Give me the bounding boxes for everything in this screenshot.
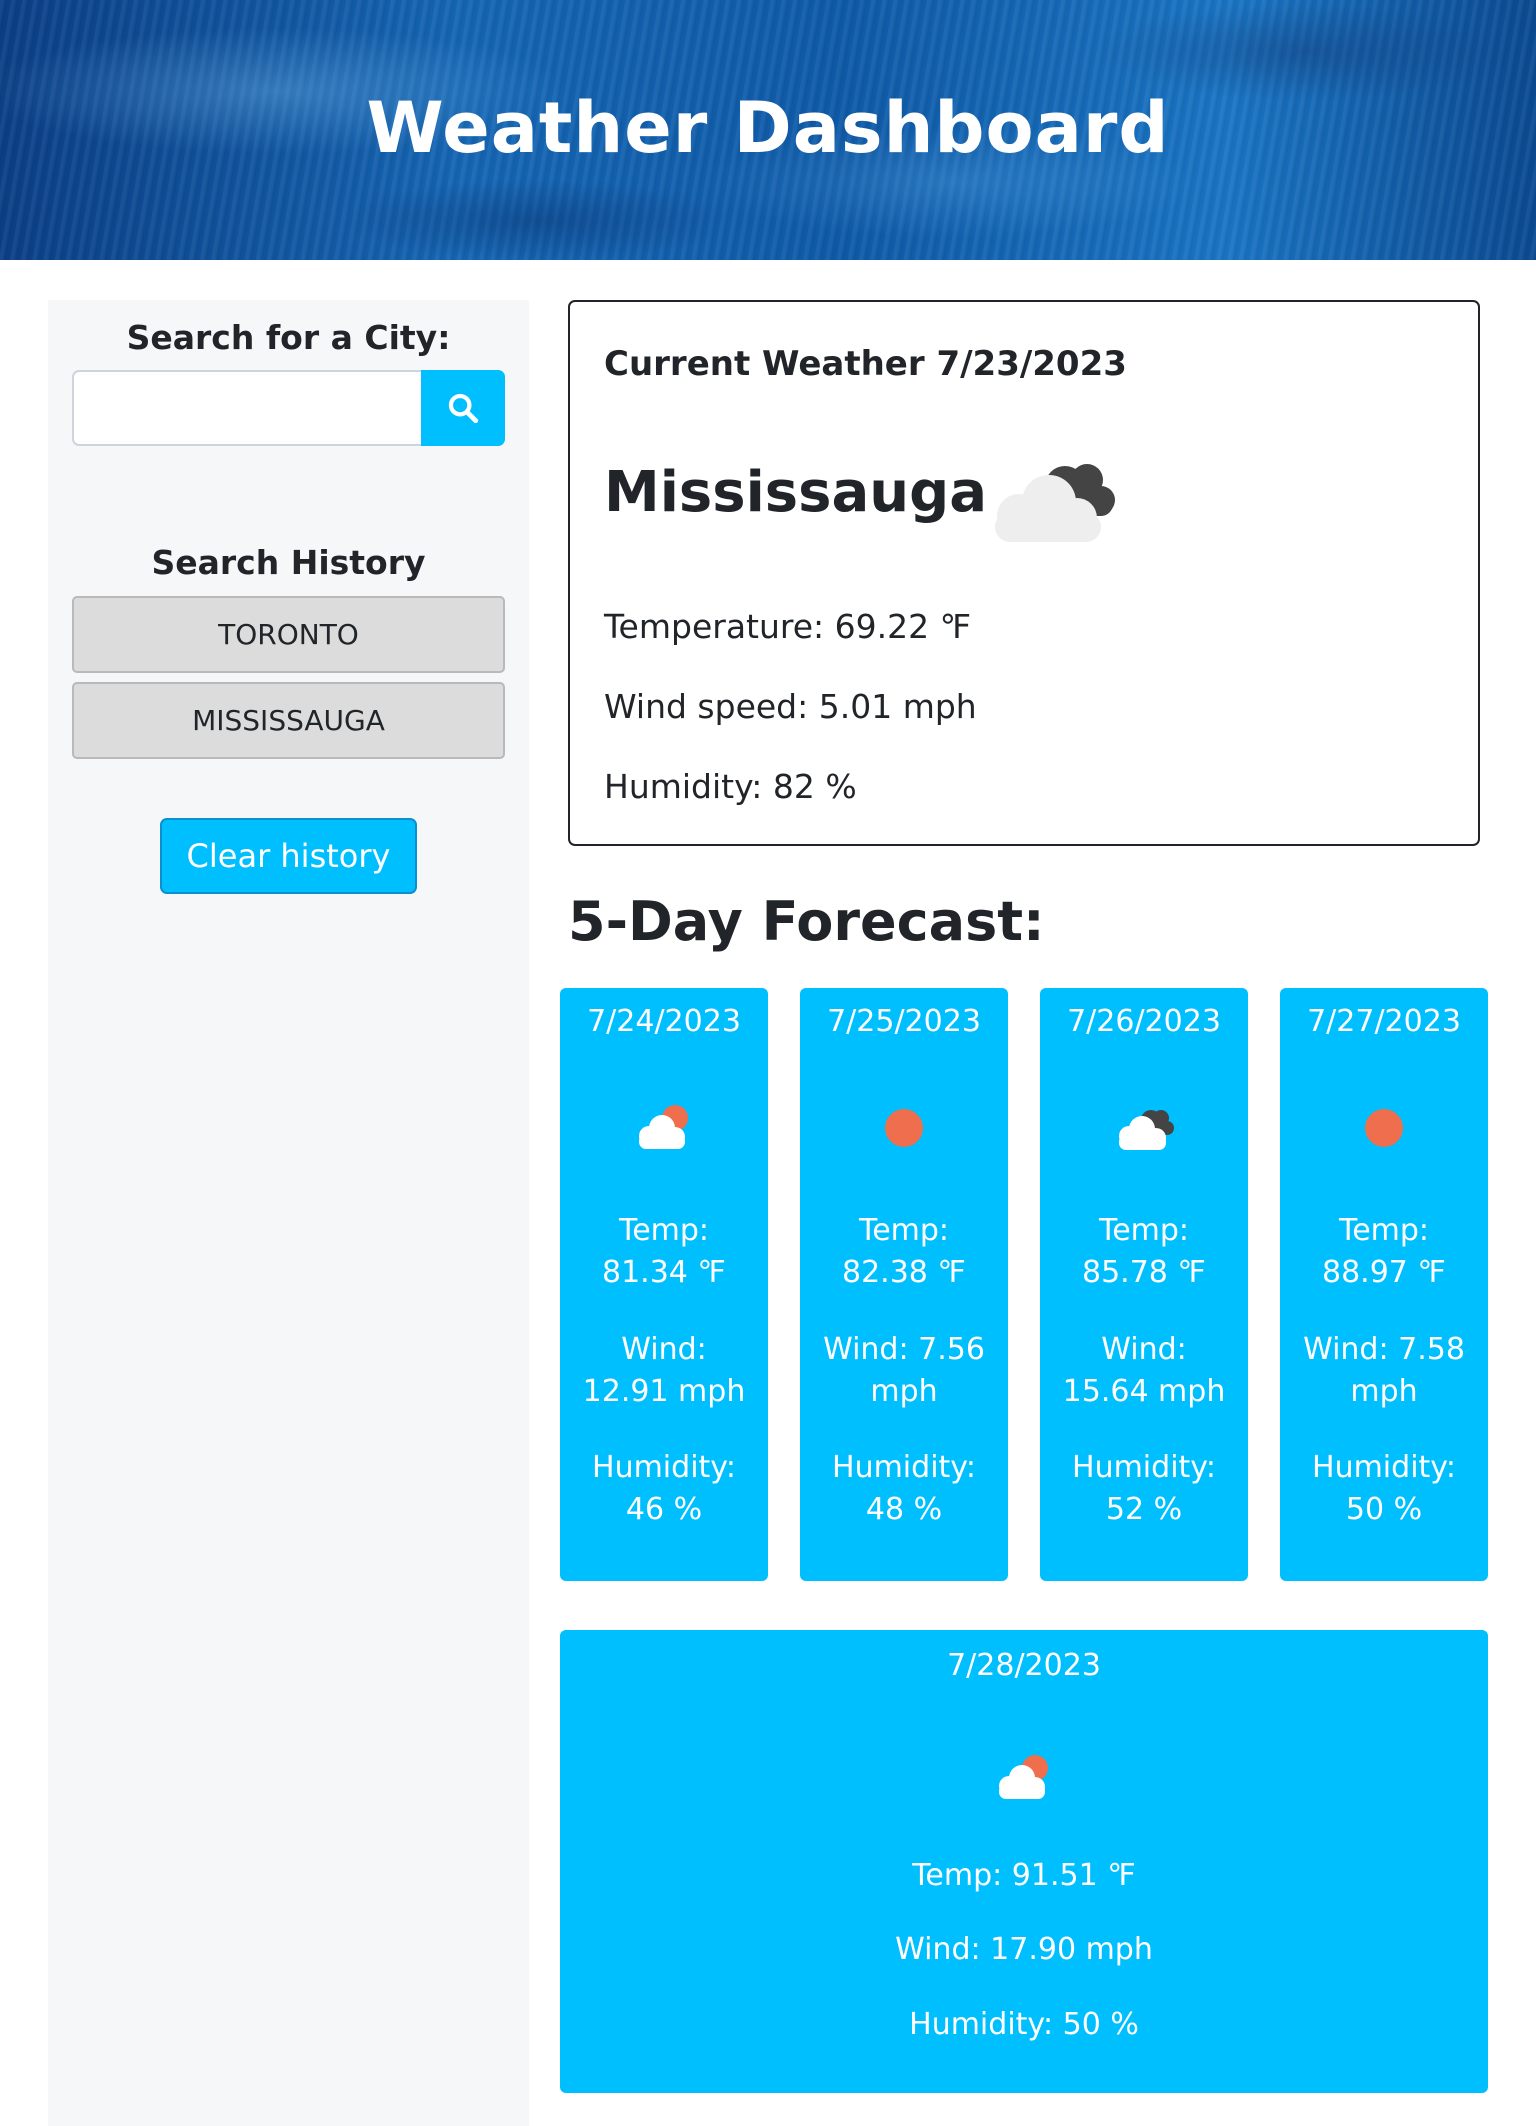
wind-label: Wind:: [1101, 1332, 1187, 1367]
search-input[interactable]: [72, 370, 422, 446]
current-temperature: Temperature: 69.22 ℉: [604, 607, 972, 646]
few-clouds-icon: [999, 1755, 1048, 1799]
current-weather-card: Current Weather 7/23/2023 Mississauga Te…: [568, 300, 1480, 846]
current-wind-speed: Wind speed: 5.01 mph: [604, 687, 977, 726]
humidity-label: Humidity:: [1312, 1450, 1456, 1485]
forecast-humidity: Humidity: 50 %: [1286, 1447, 1482, 1531]
temp-label: Temp:: [858, 1213, 950, 1248]
forecast-wind: Wind: 17.90 mph: [895, 1932, 1153, 1967]
humidity-value: 52 %: [1105, 1492, 1183, 1527]
wind-label: Wind: 7.56: [823, 1332, 985, 1367]
broken-clouds-icon: [995, 464, 1115, 542]
wind-value: 15.64 mph: [1062, 1374, 1226, 1409]
history-button-toronto[interactable]: TORONTO: [72, 596, 505, 673]
forecast-card: 7/27/2023 Temp: 88.97 ℉ Wind: 7.58 mph H…: [1280, 988, 1488, 1581]
forecast-date: 7/28/2023: [947, 1648, 1101, 1683]
few-clouds-icon: [639, 1105, 688, 1149]
forecast-humidity: Humidity: 46 %: [566, 1447, 762, 1531]
current-humidity: Humidity: 82 %: [604, 767, 857, 806]
temp-label: Temp:: [618, 1213, 710, 1248]
wind-label: Wind: 7.58: [1303, 1332, 1465, 1367]
forecast-temp: Temp: 82.38 ℉: [806, 1210, 1002, 1294]
clear-sky-icon: [885, 1109, 923, 1147]
temp-value: 82.38 ℉: [842, 1255, 966, 1290]
forecast-card: 7/24/2023 Temp: 81.34 ℉ Wind: 12.91 mph …: [560, 988, 768, 1581]
forecast-card: 7/25/2023 Temp: 82.38 ℉ Wind: 7.56 mph H…: [800, 988, 1008, 1581]
temp-label: Temp:: [1098, 1213, 1190, 1248]
forecast-temp: Temp: 81.34 ℉: [566, 1210, 762, 1294]
forecast-card: 7/26/2023 Temp: 85.78 ℉ Wind: 15.64 mph …: [1040, 988, 1248, 1581]
wind-value: mph: [1350, 1374, 1418, 1409]
temp-value: 81.34 ℉: [602, 1255, 726, 1290]
search-history-heading: Search History: [151, 543, 426, 582]
forecast-wind: Wind: 15.64 mph: [1046, 1329, 1242, 1413]
clear-history-button[interactable]: Clear history: [160, 818, 417, 894]
forecast-humidity: Humidity: 52 %: [1046, 1447, 1242, 1531]
humidity-label: Humidity:: [592, 1450, 736, 1485]
forecast-wind: Wind: 7.56 mph: [806, 1329, 1002, 1413]
wind-label: Wind:: [621, 1332, 707, 1367]
city-name: Mississauga: [604, 460, 987, 525]
page-title: Weather Dashboard: [366, 87, 1170, 169]
search-icon: [448, 393, 479, 424]
forecast-date: 7/25/2023: [827, 1004, 981, 1039]
wind-value: mph: [870, 1374, 938, 1409]
forecast-card-wide: 7/28/2023 Temp: 91.51 ℉ Wind: 17.90 mph …: [560, 1630, 1488, 2093]
forecast-date: 7/26/2023: [1067, 1004, 1221, 1039]
history-button-mississauga[interactable]: MISSISSAUGA: [72, 682, 505, 759]
temp-value: 88.97 ℉: [1322, 1255, 1446, 1290]
humidity-label: Humidity:: [1072, 1450, 1216, 1485]
forecast-wind: Wind: 12.91 mph: [566, 1329, 762, 1413]
wind-value: 12.91 mph: [582, 1374, 746, 1409]
sidebar: Search for a City: Search History TORONT…: [48, 300, 529, 2126]
forecast-date: 7/24/2023: [587, 1004, 741, 1039]
clear-sky-icon: [1365, 1109, 1403, 1147]
temp-label: Temp:: [1338, 1213, 1430, 1248]
forecast-temp: Temp: 88.97 ℉: [1286, 1210, 1482, 1294]
search-label: Search for a City:: [126, 318, 451, 357]
forecast-temp: Temp: 91.51 ℉: [912, 1858, 1136, 1893]
forecast-humidity: Humidity: 50 %: [909, 2007, 1139, 2042]
broken-clouds-icon: [1119, 1110, 1174, 1150]
forecast-humidity: Humidity: 48 %: [806, 1447, 1002, 1531]
forecast-temp: Temp: 85.78 ℉: [1046, 1210, 1242, 1294]
humidity-value: 50 %: [1345, 1492, 1423, 1527]
search-button[interactable]: [421, 370, 505, 446]
forecast-date: 7/27/2023: [1307, 1004, 1461, 1039]
temp-value: 85.78 ℉: [1082, 1255, 1206, 1290]
forecast-wind: Wind: 7.58 mph: [1286, 1329, 1482, 1413]
humidity-label: Humidity:: [832, 1450, 976, 1485]
forecast-heading: 5-Day Forecast:: [568, 890, 1045, 953]
humidity-value: 48 %: [865, 1492, 943, 1527]
current-weather-title: Current Weather 7/23/2023: [604, 344, 1127, 384]
header-banner: Weather Dashboard: [0, 0, 1536, 260]
humidity-value: 46 %: [625, 1492, 703, 1527]
